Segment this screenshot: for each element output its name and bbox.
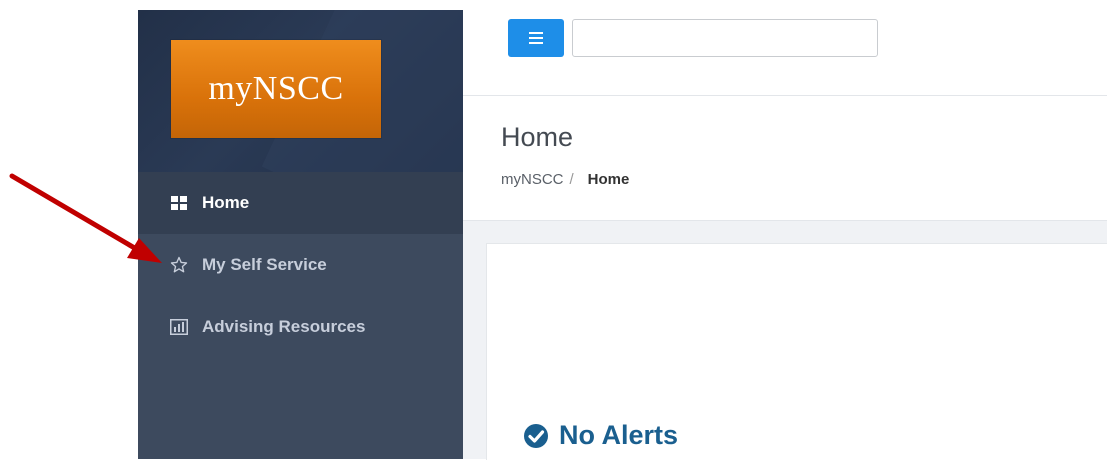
- breadcrumb-root[interactable]: myNSCC: [501, 171, 564, 188]
- alerts-text: No Alerts: [559, 420, 679, 450]
- hamburger-icon: [529, 27, 543, 50]
- sidebar: myNSCC Home My Self Service Advising Res…: [138, 10, 463, 459]
- check-circle-icon: [523, 423, 549, 449]
- page-title: Home: [501, 122, 574, 152]
- breadcrumb-separator: /: [569, 171, 574, 188]
- menu-toggle-button[interactable]: [508, 19, 564, 57]
- page-header: Home myNSCC / Home: [463, 96, 1107, 221]
- bar-chart-icon: [170, 318, 188, 336]
- sidebar-item-label: My Self Service: [202, 255, 327, 274]
- logo[interactable]: myNSCC: [171, 40, 381, 138]
- sidebar-item-home[interactable]: Home: [138, 172, 463, 234]
- brand-area: myNSCC: [138, 10, 463, 172]
- search-input[interactable]: [572, 19, 878, 57]
- top-bar: [463, 10, 1107, 96]
- sidebar-item-my-self-service[interactable]: My Self Service: [138, 234, 463, 296]
- alerts-status: No Alerts: [523, 420, 678, 451]
- breadcrumb-current: Home: [587, 171, 630, 188]
- breadcrumb: myNSCC / Home: [501, 171, 629, 188]
- sidebar-item-label: Advising Resources: [202, 317, 366, 336]
- star-icon: [170, 256, 188, 274]
- sidebar-item-advising-resources[interactable]: Advising Resources: [138, 296, 463, 358]
- sidebar-item-label: Home: [202, 193, 250, 212]
- grid-icon: [170, 194, 188, 212]
